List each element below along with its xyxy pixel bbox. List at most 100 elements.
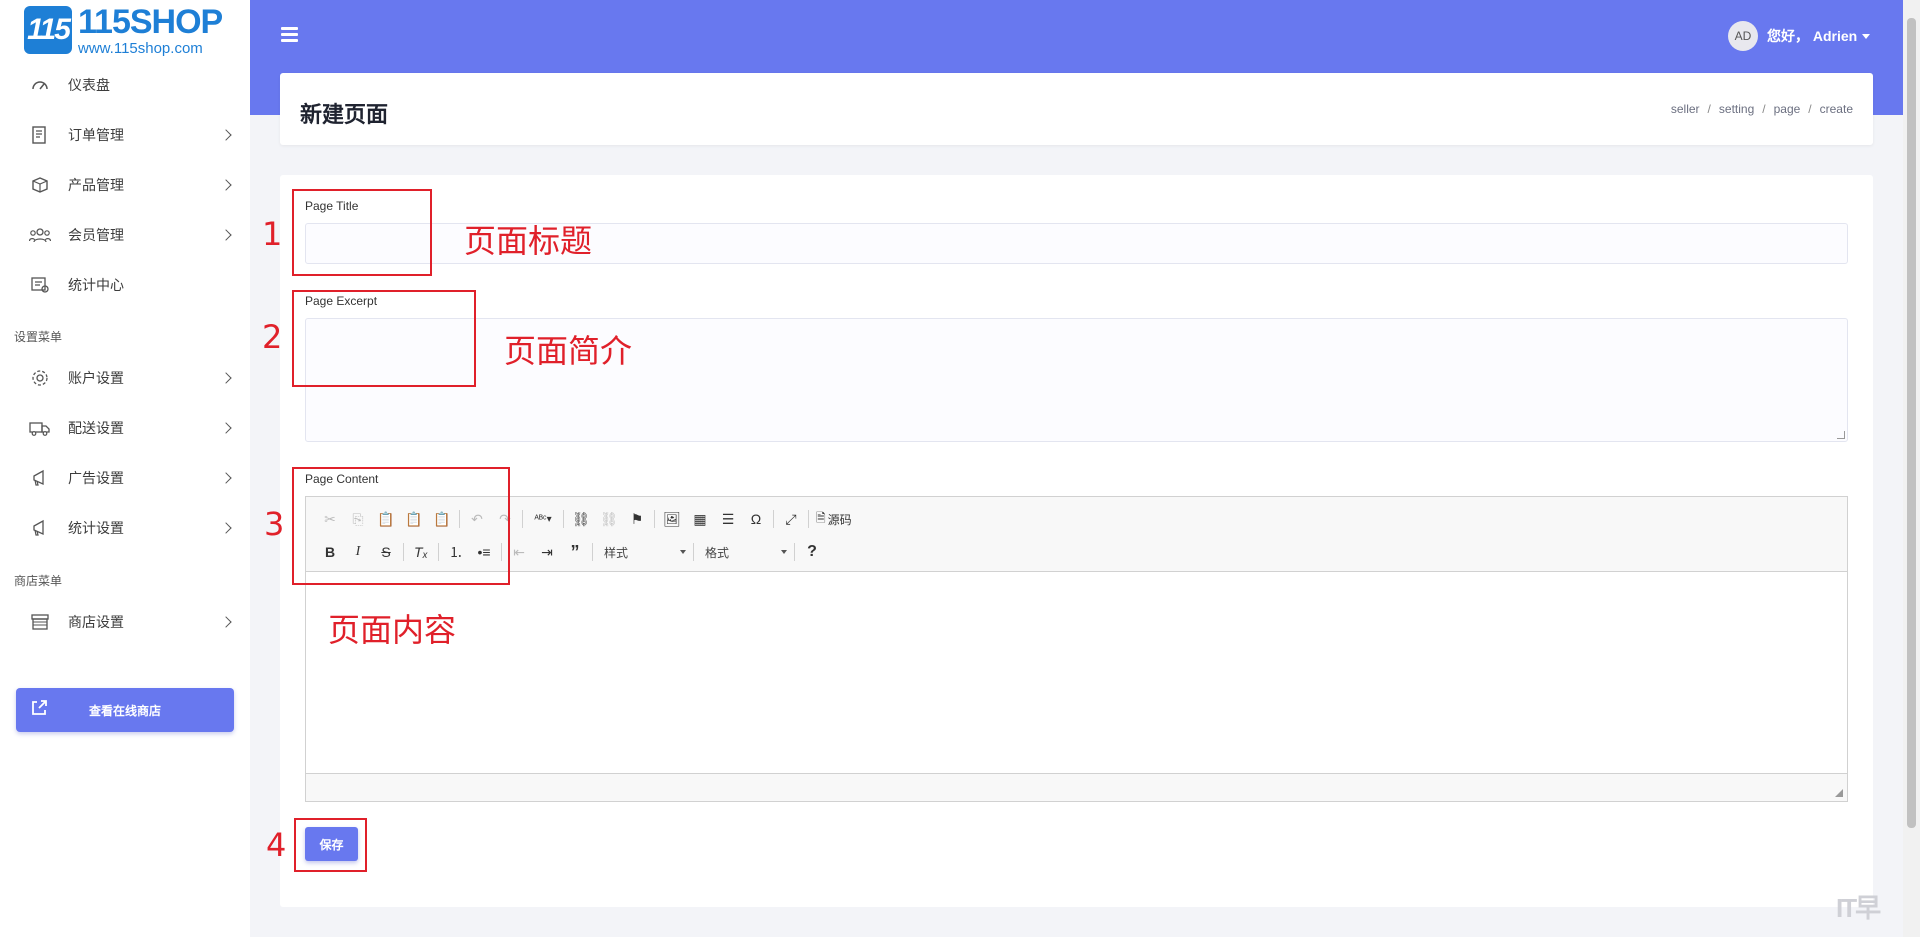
breadcrumb-item[interactable]: page xyxy=(1774,102,1801,116)
indent-icon[interactable]: ⇥ xyxy=(533,540,561,564)
chevron-down-icon xyxy=(1862,33,1871,39)
annotation-number: 2 xyxy=(262,318,283,356)
chevron-right-icon xyxy=(220,422,232,434)
editor-toolbar: ✂ ⎘ 📋 📋 📋 ↶ ↷ ᴬᴮᶜ▾ ⛓ ⛓ ⚑ 🖼 ▦ ☰ Ω ⤢ 🗎 源码 xyxy=(306,497,1847,572)
settings-section-title: 设置菜单 xyxy=(14,330,63,344)
view-online-store-label: 查看在线商店 xyxy=(88,703,161,718)
sidebar: 115 115SHOP www.115shop.com 仪表盘 订单管理 产品管… xyxy=(0,0,250,937)
annotation-box-4 xyxy=(294,818,367,872)
megaphone-icon xyxy=(28,516,52,540)
logo-url: www.115shop.com xyxy=(78,39,203,57)
sidebar-item-members[interactable]: 会员管理 xyxy=(0,215,250,255)
sidebar-item-account-settings[interactable]: 账户设置 xyxy=(0,358,250,398)
breadcrumb: seller / setting / page / create xyxy=(1671,102,1853,116)
sidebar-item-shipping-settings[interactable]: 配送设置 xyxy=(0,408,250,448)
format-select[interactable]: 格式 xyxy=(697,541,791,563)
sidebar-item-dashboard[interactable]: 仪表盘 xyxy=(0,65,250,105)
user-greeting: 您好， Adrien xyxy=(1767,28,1858,44)
breadcrumb-separator: / xyxy=(1707,102,1711,116)
annotation-box-1 xyxy=(292,189,432,276)
annotation-label: 页面标题 xyxy=(464,222,593,260)
product-icon xyxy=(28,173,52,197)
annotation-label: 页面简介 xyxy=(504,332,633,370)
source-doc-icon: 🗎 xyxy=(816,510,826,525)
chevron-right-icon xyxy=(220,522,232,534)
help-icon[interactable]: ? xyxy=(798,540,826,564)
style-select[interactable]: 样式 xyxy=(596,541,690,563)
sidebar-item-label: 广告设置 xyxy=(68,470,124,486)
dashboard-icon xyxy=(28,73,52,97)
editor-statusbar xyxy=(306,773,1847,801)
order-icon xyxy=(28,123,52,147)
resize-handle-icon[interactable] xyxy=(1835,789,1843,797)
image-icon[interactable]: 🖼 xyxy=(658,507,686,531)
page-title: 新建页面 xyxy=(300,102,389,127)
editor-content-area[interactable] xyxy=(306,573,1847,771)
breadcrumb-separator: / xyxy=(1808,102,1812,116)
sidebar-item-products[interactable]: 产品管理 xyxy=(0,165,250,205)
megaphone-icon xyxy=(28,466,52,490)
maximize-icon[interactable]: ⤢ xyxy=(777,507,805,531)
annotation-box-3 xyxy=(292,467,510,585)
user-menu[interactable]: AD 您好， Adrien xyxy=(1728,21,1871,51)
spellcheck-icon[interactable]: ᴬᴮᶜ▾ xyxy=(526,507,560,531)
table-icon[interactable]: ▦ xyxy=(686,507,714,531)
avatar: AD xyxy=(1728,21,1758,51)
menu-toggle-icon[interactable] xyxy=(281,27,298,42)
sidebar-item-store-settings[interactable]: 商店设置 xyxy=(0,602,250,642)
resize-handle-icon[interactable] xyxy=(1837,431,1845,439)
format-select-value: 格式 xyxy=(705,545,730,560)
store-section-title: 商店菜单 xyxy=(14,574,63,588)
annotation-number: 1 xyxy=(262,215,283,253)
logo-mark: 115 xyxy=(24,6,72,54)
sidebar-item-label: 配送设置 xyxy=(68,420,124,436)
chevron-down-icon xyxy=(680,550,686,554)
sidebar-item-stats[interactable]: 统计中心 xyxy=(0,265,250,305)
chevron-right-icon xyxy=(220,372,232,384)
page-scrollbar[interactable] xyxy=(1903,0,1920,937)
sidebar-item-label: 统计设置 xyxy=(68,520,124,536)
annotation-number: 4 xyxy=(266,826,287,864)
logo[interactable]: 115 115SHOP www.115shop.com xyxy=(24,4,234,56)
chevron-right-icon xyxy=(220,229,232,241)
sidebar-item-ad-settings[interactable]: 广告设置 xyxy=(0,458,250,498)
breadcrumb-item: create xyxy=(1819,102,1853,116)
breadcrumb-separator: / xyxy=(1762,102,1766,116)
breadcrumb-item[interactable]: setting xyxy=(1719,102,1754,116)
sidebar-item-orders[interactable]: 订单管理 xyxy=(0,115,250,155)
sidebar-item-label: 商店设置 xyxy=(68,614,124,630)
anchor-flag-icon[interactable]: ⚑ xyxy=(623,507,651,531)
chevron-right-icon xyxy=(220,616,232,628)
store-icon xyxy=(28,610,52,634)
truck-icon xyxy=(28,416,52,440)
scrollbar-thumb[interactable] xyxy=(1907,18,1916,828)
annotation-box-2 xyxy=(292,290,476,387)
sidebar-item-label: 统计中心 xyxy=(68,277,124,293)
sidebar-item-label: 仪表盘 xyxy=(68,77,110,93)
unlink-icon[interactable]: ⛓ xyxy=(595,507,623,531)
sidebar-item-label: 会员管理 xyxy=(68,227,124,243)
gear-icon xyxy=(28,366,52,390)
source-button[interactable]: 🗎 源码 xyxy=(812,507,856,531)
annotation-label: 页面内容 xyxy=(328,611,457,649)
logo-title: 115SHOP xyxy=(78,2,223,41)
stats-icon xyxy=(28,273,52,297)
chevron-down-icon xyxy=(781,550,787,554)
style-select-value: 样式 xyxy=(604,545,629,560)
page-header: 新建页面 seller / setting / page / create xyxy=(280,73,1873,145)
rich-text-editor: ✂ ⎘ 📋 📋 📋 ↶ ↷ ᴬᴮᶜ▾ ⛓ ⛓ ⚑ 🖼 ▦ ☰ Ω ⤢ 🗎 源码 xyxy=(305,496,1848,802)
annotation-number: 3 xyxy=(264,505,285,543)
special-char-icon[interactable]: Ω xyxy=(742,507,770,531)
watermark: IT早 xyxy=(1836,893,1881,923)
sidebar-item-label: 订单管理 xyxy=(68,127,124,143)
sidebar-item-label: 产品管理 xyxy=(68,177,124,193)
sidebar-item-stats-settings[interactable]: 统计设置 xyxy=(0,508,250,548)
source-label: 源码 xyxy=(827,512,852,527)
link-icon[interactable]: ⛓ xyxy=(567,507,595,531)
view-online-store-button[interactable]: 查看在线商店 xyxy=(16,688,234,732)
horizontal-rule-icon[interactable]: ☰ xyxy=(714,507,742,531)
chevron-right-icon xyxy=(220,179,232,191)
breadcrumb-item[interactable]: seller xyxy=(1671,102,1700,116)
blockquote-icon[interactable]: ” xyxy=(561,540,589,564)
sidebar-item-label: 账户设置 xyxy=(68,370,124,386)
